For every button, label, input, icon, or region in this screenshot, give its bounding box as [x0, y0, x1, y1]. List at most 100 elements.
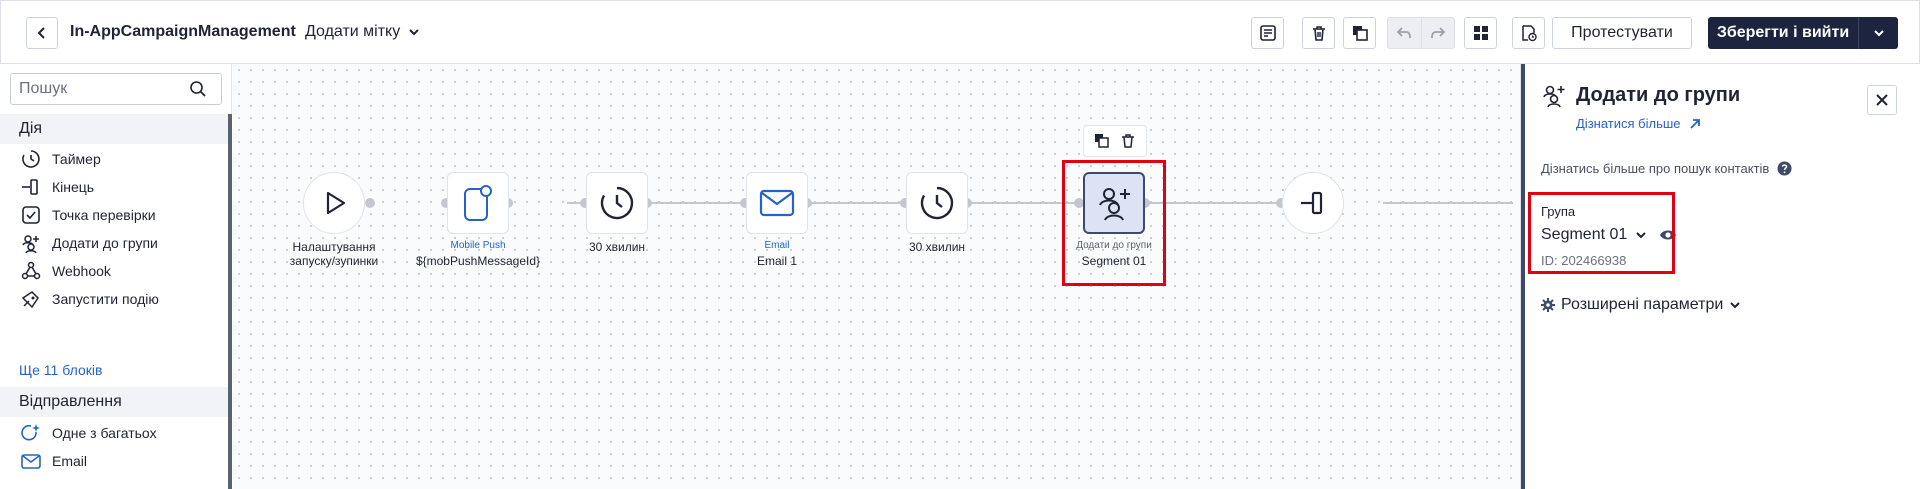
help-icon[interactable]: [1777, 161, 1792, 176]
sidebar-item-label: Таймер: [52, 151, 101, 167]
notes-icon: [1259, 25, 1276, 41]
sidebar-item-label: Запустити подію: [52, 291, 159, 307]
sidebar-item-webhook[interactable]: Webhook: [19, 258, 111, 284]
external-arrow-icon: [1689, 118, 1700, 129]
add-tag-dropdown[interactable]: Додати мітку: [305, 23, 420, 41]
sidebar-item-end[interactable]: Кінець: [19, 174, 94, 200]
undo-redo-group: [1387, 17, 1455, 49]
grid-icon: [1473, 26, 1488, 40]
node-type-label: Mobile Push: [450, 240, 506, 251]
one-of-many-icon: [19, 421, 43, 445]
advanced-settings-label: Розширені параметри: [1561, 296, 1724, 313]
top-toolbar: In-AppCampaignManagement Додати мітку Пр…: [0, 0, 1920, 64]
workflow-node-mobile-push[interactable]: [447, 172, 509, 234]
trash-icon: [1312, 26, 1325, 41]
sidebar-item-checkpoint[interactable]: Точка перевірки: [19, 202, 156, 228]
duplicate-button[interactable]: [1343, 17, 1376, 49]
workflow-node-timer[interactable]: [586, 172, 648, 234]
sidebar-item-label: Точка перевірки: [52, 207, 156, 223]
workflow-node-start[interactable]: [303, 172, 365, 234]
contacts-hint-text: Дізнатись більше про пошук контактів: [1541, 161, 1770, 176]
sidebar-item-email[interactable]: Email: [19, 448, 87, 474]
section-header-sending: Відправлення: [0, 387, 228, 417]
close-icon: [1876, 94, 1888, 106]
highlight-box: [1528, 192, 1675, 274]
node-label: 30 хвилин: [908, 240, 966, 254]
schedule-button[interactable]: [1512, 17, 1545, 49]
timer-icon: [19, 147, 43, 171]
properties-panel: Додати до групи Дізнатися більше Дізнати…: [1520, 64, 1920, 489]
chevron-down-icon: [409, 29, 419, 36]
sidebar-item-label: Додати до групи: [52, 235, 158, 251]
undo-button[interactable]: [1388, 18, 1421, 48]
connector-lines: [365, 198, 1513, 208]
search-box: [10, 73, 222, 105]
back-button[interactable]: [26, 17, 58, 49]
save-and-exit-button[interactable]: Зберегти і вийти: [1708, 17, 1898, 49]
sidebar-item-label: Кінець: [52, 179, 95, 195]
layout-button[interactable]: [1464, 17, 1497, 49]
test-button[interactable]: Протестувати: [1552, 17, 1692, 49]
advanced-settings-toggle[interactable]: Розширені параметри: [1541, 296, 1741, 314]
mobile-push-icon: [464, 185, 492, 221]
node-label: 30 хвилин: [588, 240, 646, 254]
timer-icon: [600, 186, 634, 220]
end-icon: [1301, 191, 1323, 215]
play-icon: [326, 191, 346, 215]
add-to-group-icon: [1543, 85, 1565, 108]
trash-icon[interactable]: [1120, 133, 1136, 149]
email-icon: [19, 449, 43, 473]
delete-button[interactable]: [1302, 17, 1335, 49]
node-label: Email 1: [756, 254, 798, 268]
sidebar-item-timer[interactable]: Таймер: [19, 146, 101, 172]
notes-button[interactable]: [1251, 17, 1284, 49]
sidebar-item-label: Email: [52, 453, 88, 469]
node-label: ${mobPushMessageId}: [415, 254, 541, 268]
blocks-sidebar: Дія Таймер Кінець Точка перевірки Додати…: [0, 64, 232, 489]
trigger-event-icon: [19, 287, 43, 311]
campaign-title: In-AppCampaignManagement: [70, 23, 296, 40]
checkpoint-icon: [19, 203, 43, 227]
timer-icon: [920, 186, 954, 220]
sidebar-item-add-to-group[interactable]: Додати до групи: [19, 230, 158, 256]
add-to-group-icon: [19, 231, 43, 255]
sidebar-item-label: Одне з багатьох: [52, 425, 157, 441]
panel-accent-bar: [1521, 64, 1525, 489]
learn-more-label: Дізнатися більше: [1576, 116, 1681, 131]
panel-title: Додати до групи: [1576, 84, 1741, 106]
end-icon: [19, 175, 43, 199]
copy-icon[interactable]: [1094, 133, 1110, 149]
sidebar-item-trigger-event[interactable]: Запустити подію: [19, 286, 159, 312]
email-icon: [759, 189, 795, 217]
search-input[interactable]: [19, 80, 189, 98]
document-clock-icon: [1521, 25, 1537, 42]
workflow-node-timer[interactable]: [906, 172, 968, 234]
node-label: Налаштування запуску/зупинки: [289, 240, 379, 268]
search-icon[interactable]: [189, 80, 207, 98]
close-panel-button[interactable]: [1867, 85, 1897, 115]
redo-icon: [1430, 27, 1446, 39]
more-blocks-link[interactable]: Ще 11 блоків: [19, 362, 102, 378]
sidebar-scrollbar[interactable]: [228, 114, 232, 489]
workflow-node-end[interactable]: [1282, 172, 1344, 234]
workflow-canvas[interactable]: Налаштування запуску/зупинки Mobile Push…: [233, 64, 1520, 489]
learn-more-link[interactable]: Дізнатися більше: [1576, 116, 1701, 131]
redo-button[interactable]: [1420, 18, 1455, 48]
workflow-node-email[interactable]: [746, 172, 808, 234]
chevron-down-icon: [1730, 302, 1741, 309]
save-options-toggle[interactable]: [1858, 17, 1898, 49]
sidebar-item-one-of-many[interactable]: Одне з багатьох: [19, 420, 157, 446]
undo-icon: [1396, 27, 1412, 39]
node-type-label: Email: [764, 240, 790, 251]
contacts-search-hint: Дізнатись більше про пошук контактів: [1541, 161, 1792, 176]
chevron-left-icon: [37, 27, 45, 39]
sidebar-item-label: Webhook: [52, 263, 111, 279]
section-header-action: Дія: [0, 114, 228, 144]
webhook-icon: [19, 259, 43, 283]
node-toolbar: [1083, 125, 1147, 157]
chevron-down-icon: [1873, 30, 1884, 37]
add-tag-label: Додати мітку: [305, 23, 401, 40]
gear-icon: [1541, 298, 1555, 312]
save-and-exit-label: Зберегти і вийти: [1716, 24, 1850, 41]
highlight-box: [1062, 160, 1166, 286]
